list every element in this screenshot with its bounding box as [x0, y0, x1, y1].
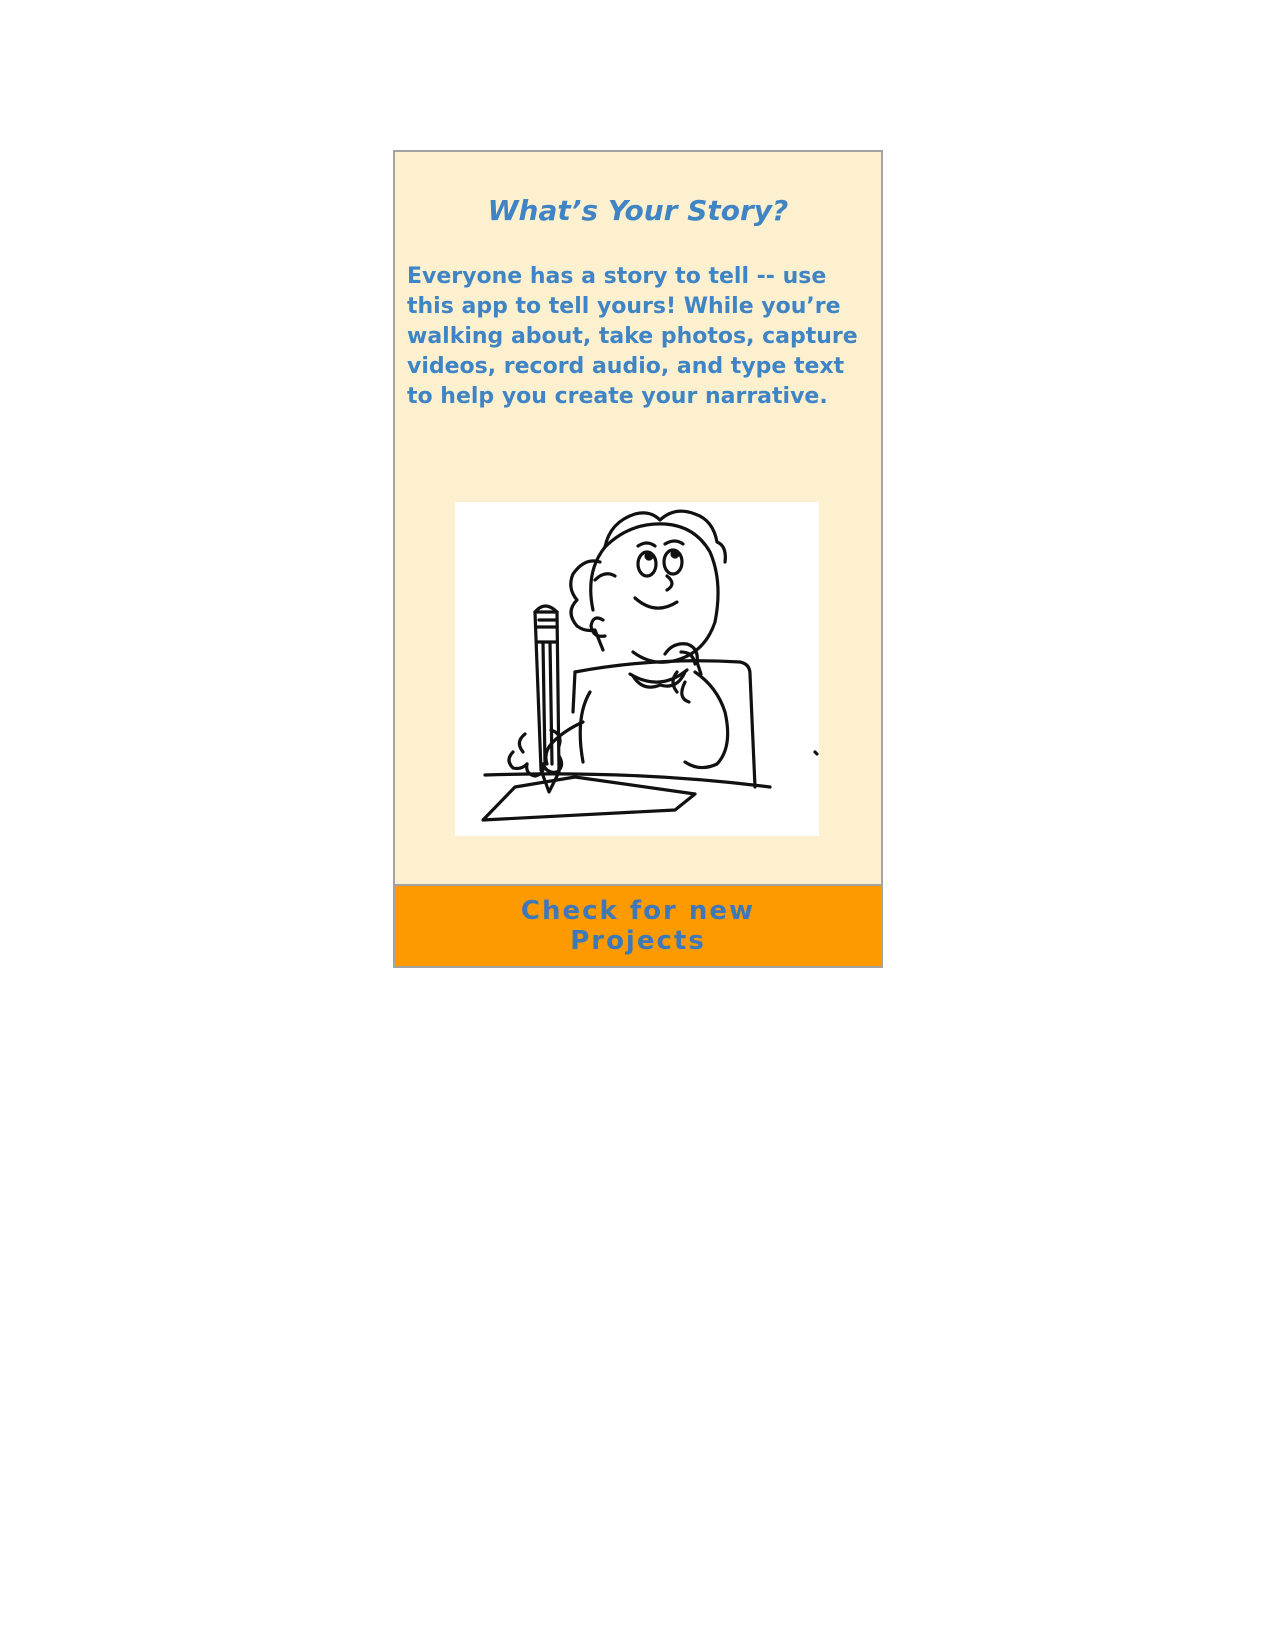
writer-thinking-illustration: [455, 502, 819, 836]
check-for-new-projects-button[interactable]: Check for new Projects: [395, 884, 881, 966]
app-screen: What’s Your Story? Everyone has a story …: [393, 150, 883, 968]
intro-text: Everyone has a story to tell -- use this…: [407, 264, 858, 409]
page-title: What’s Your Story?: [487, 194, 789, 227]
check-for-new-projects-label: Check for new Projects: [520, 896, 756, 956]
